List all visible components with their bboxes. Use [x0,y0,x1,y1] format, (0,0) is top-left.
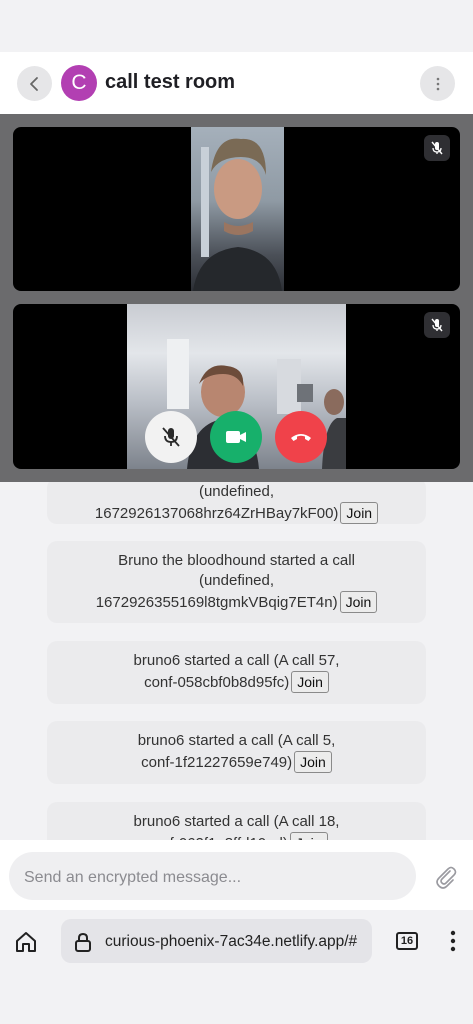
room-header: C call test room [0,52,473,114]
back-button[interactable] [17,66,52,101]
navigation-bar-area [0,972,473,1024]
mic-off-icon [431,141,443,155]
tile-muted-badge [424,312,450,338]
join-call-button[interactable]: Join [340,502,379,524]
room-title[interactable]: call test room [105,71,235,94]
mute-mic-button[interactable] [145,411,197,463]
call-event-message: bruno6 started a call (A call 5, conf-1f… [47,721,426,784]
vertical-dots-icon [436,77,439,90]
video-tile-remote[interactable] [13,127,460,291]
join-call-button[interactable]: Join [339,591,378,613]
message-timeline[interactable]: (undefined, 1672926137068hrz64ZrHBay7kF0… [0,482,473,840]
call-event-message: bruno6 started a call (A call 57, conf-0… [47,641,426,704]
attach-button[interactable] [433,864,459,890]
remote-video-feed [191,127,284,291]
join-call-button[interactable]: Join [294,751,332,773]
paperclip-icon [436,866,457,889]
mic-off-icon [162,427,180,447]
vertical-dots-icon [450,930,456,952]
address-url: curious-phoenix-7ac34e.netlify.app/# [105,933,358,950]
room-avatar[interactable]: C [61,65,97,101]
mic-off-icon [431,318,443,332]
call-event-message: (undefined, 1672926137068hrz64ZrHBay7kF0… [47,482,426,524]
call-controls [0,411,473,465]
call-event-message: bruno6 started a call (A call 18, conf-0… [47,802,426,840]
composer-bar: Send an encrypted message... [0,840,473,910]
tile-muted-badge [424,135,450,161]
message-text: (undefined, 1672926137068hrz64ZrHBay7kF0… [94,483,339,522]
avatar-letter: C [71,71,87,94]
phone-hangup-icon [291,434,311,441]
message-input[interactable]: Send an encrypted message... [9,852,416,900]
hangup-button[interactable] [275,411,327,463]
address-bar[interactable]: curious-phoenix-7ac34e.netlify.app/# [61,919,372,963]
status-bar-area [0,0,473,52]
browser-menu-button[interactable] [446,929,460,953]
home-icon [16,932,36,952]
call-event-message: Bruno the bloodhound started a call (und… [47,541,426,623]
browser-home-button[interactable] [14,930,38,954]
lock-icon [75,932,91,952]
join-call-button[interactable]: Join [291,671,329,693]
tab-switcher-button[interactable]: 16 [396,932,418,950]
app-screen: C call test room (undefined, 16729261370… [0,0,473,1024]
video-camera-icon [226,431,246,443]
toggle-video-button[interactable] [210,411,262,463]
call-view [0,114,473,482]
browser-toolbar: curious-phoenix-7ac34e.netlify.app/# 16 [0,910,473,972]
join-call-button[interactable]: Join [289,832,328,840]
chevron-left-icon [29,76,38,91]
room-menu-button[interactable] [420,66,455,101]
message-text: Bruno the bloodhound started a call (und… [95,552,355,611]
